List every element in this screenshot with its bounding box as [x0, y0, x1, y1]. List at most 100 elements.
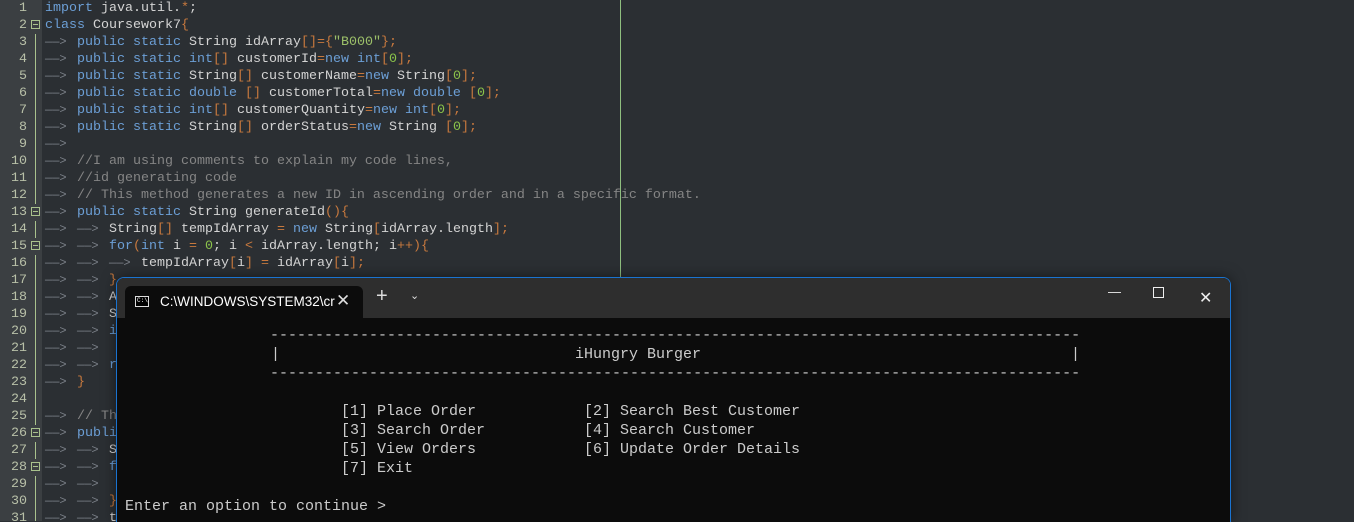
code-token: //I am using comments to explain my code…	[77, 154, 469, 169]
code-line[interactable]: 6 ——> public static double [] customerTota…	[0, 85, 1354, 102]
fold-guide	[35, 408, 36, 425]
code-token: []	[212, 103, 229, 118]
tab-arrow-icon: ——>	[77, 443, 99, 457]
tab-arrow-icon: ——>	[77, 273, 99, 287]
terminal-window[interactable]: C:\_ C:\WINDOWS\SYSTEM32\cr ✕ + ⌄ — ✕ --…	[116, 277, 1231, 522]
line-number: 2	[19, 18, 27, 33]
code-text: ——> ——> i	[45, 323, 117, 340]
line-number: 8	[19, 120, 27, 135]
code-token: public static int	[77, 103, 213, 118]
header-border-left: |	[271, 346, 281, 363]
code-line[interactable]: 4 ——> public static int[] customerId=new i…	[0, 51, 1354, 68]
line-number: 6	[19, 86, 27, 101]
line-number: 30	[11, 494, 27, 509]
code-line[interactable]: 16 ——> ——> ——> tempIdArray[i] = idArray[i];	[0, 255, 1354, 272]
code-text: ——> ——> S	[45, 306, 117, 323]
tab-arrow-icon: ——>	[45, 86, 67, 100]
code-line[interactable]: 11 ——> //id generating code	[0, 170, 1354, 187]
code-line[interactable]: 3 ——> public static String idArray[]={"B00…	[0, 34, 1354, 51]
code-token: String	[180, 120, 237, 135]
tab-arrow-icon: ——>	[77, 460, 99, 474]
tab-arrow-icon: ——>	[45, 154, 67, 168]
code-line[interactable]: 2 class Coursework7{	[0, 17, 1354, 34]
tab-arrow-icon: ——>	[45, 171, 67, 185]
fold-guide	[35, 476, 36, 493]
header-rule-top: ----------------------------------------…	[270, 327, 1081, 344]
line-number: 15	[11, 239, 27, 254]
code-token: 0	[452, 120, 461, 135]
terminal-output[interactable]: ----------------------------------------…	[125, 326, 1225, 516]
fold-toggle-icon[interactable]	[31, 207, 40, 216]
tab-arrow-icon: ——>	[45, 494, 67, 508]
code-text: ——> //I am using comments to explain my c…	[45, 153, 469, 170]
fold-toggle-icon[interactable]	[31, 428, 40, 437]
terminal-tab[interactable]: C:\_ C:\WINDOWS\SYSTEM32\cr ✕	[125, 286, 363, 318]
code-token: String	[380, 120, 445, 135]
fold-toggle-icon[interactable]	[31, 241, 40, 250]
code-text: ——>}	[45, 374, 85, 391]
new-tab-button[interactable]: +	[376, 286, 388, 306]
code-line[interactable]: 12 ——> // This method generates a new ID i…	[0, 187, 1354, 204]
terminal-titlebar[interactable]: C:\_ C:\WINDOWS\SYSTEM32\cr ✕ + ⌄ — ✕	[117, 278, 1230, 318]
tab-arrow-icon: ——>	[77, 494, 99, 508]
code-token: ];	[484, 86, 501, 101]
code-token: []	[236, 120, 253, 135]
line-number: 29	[11, 477, 27, 492]
tab-arrow-icon: ——>	[45, 103, 67, 117]
code-token: // Th	[77, 409, 117, 424]
code-text: ——> ——> for(int i = 0; i < idArray.length;…	[45, 238, 429, 255]
line-number: 5	[19, 69, 27, 84]
code-token: idArray.length	[380, 222, 493, 237]
code-token: ];	[492, 222, 509, 237]
minimize-button[interactable]: —	[1108, 284, 1121, 299]
code-token: []	[244, 86, 261, 101]
fold-guide	[35, 187, 36, 204]
code-token: i	[221, 239, 245, 254]
tab-arrow-icon: ——>	[45, 443, 67, 457]
code-line[interactable]: 5 ——> public static String[] customerName=…	[0, 68, 1354, 85]
tab-arrow-icon: ——>	[45, 52, 67, 66]
code-token: [	[468, 86, 477, 101]
code-line[interactable]: 15 ——> ——> for(int i = 0; i < idArray.lengt…	[0, 238, 1354, 255]
input-prompt[interactable]: Enter an option to continue >	[125, 497, 386, 516]
code-line[interactable]: 1 import java.util.*;	[0, 0, 1354, 17]
line-number: 16	[11, 256, 27, 271]
code-token: tempIdArray	[141, 256, 229, 271]
code-token: import	[45, 1, 93, 16]
fold-guide	[35, 289, 36, 306]
close-window-button[interactable]: ✕	[1199, 288, 1212, 308]
code-line[interactable]: 9 ——>	[0, 136, 1354, 153]
line-number: 4	[19, 52, 27, 67]
code-token: =	[276, 222, 285, 237]
tab-arrow-icon: ——>	[45, 511, 67, 521]
code-token: tempIdArray	[173, 222, 277, 237]
code-token: customerId	[228, 52, 317, 67]
line-number: 28	[11, 460, 27, 475]
tab-arrow-icon: ——>	[45, 222, 67, 236]
code-token: ]	[244, 256, 253, 271]
close-tab-icon[interactable]: ✕	[336, 291, 350, 311]
code-token: new	[356, 120, 381, 135]
fold-toggle-icon[interactable]	[31, 20, 40, 29]
fold-toggle-icon[interactable]	[31, 462, 40, 471]
code-line[interactable]: 8 ——> public static String[] orderStatus=n…	[0, 119, 1354, 136]
line-number: 27	[11, 443, 27, 458]
tab-arrow-icon: ——>	[45, 205, 67, 219]
menu-option-3: [3] Search Order	[341, 422, 486, 439]
code-line[interactable]: 7 ——> public static int[] customerQuantity…	[0, 102, 1354, 119]
chevron-down-icon[interactable]: ⌄	[410, 289, 419, 302]
tab-arrow-icon: ——>	[77, 358, 99, 372]
code-line[interactable]: 14 ——> ——> String[] tempIdArray = new Strin…	[0, 221, 1354, 238]
code-token: public static int	[77, 52, 213, 67]
code-token: [	[332, 256, 341, 271]
maximize-button[interactable]	[1153, 287, 1164, 298]
fold-guide	[35, 493, 36, 510]
code-token: =	[348, 120, 357, 135]
code-line[interactable]: 13 ——> public static String generateId(){	[0, 204, 1354, 221]
code-line[interactable]: 10 ——> //I am using comments to explain my…	[0, 153, 1354, 170]
menu-option-2: [2] Search Best Customer	[584, 403, 801, 420]
code-token: [	[444, 69, 453, 84]
code-token: [	[372, 222, 381, 237]
code-token: ++){	[396, 239, 429, 254]
